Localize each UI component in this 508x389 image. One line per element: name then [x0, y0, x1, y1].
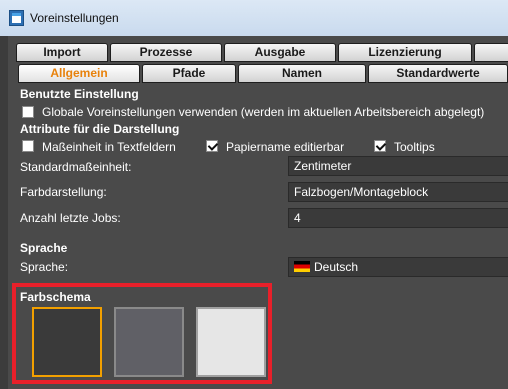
recent-jobs-input[interactable]: 4: [288, 208, 508, 228]
language-label: Sprache:: [20, 260, 69, 274]
user-setting-heading: Benutzte Einstellung: [20, 87, 139, 101]
color-scheme-medium-swatch[interactable]: [114, 307, 184, 377]
units-in-fields-checkbox[interactable]: [22, 140, 34, 152]
global-preferences-label: Globale Voreinstellungen verwenden (werd…: [42, 105, 485, 119]
language-value: Deutsch: [314, 260, 359, 274]
language-select[interactable]: Deutsch: [288, 257, 508, 277]
tooltips-checkbox[interactable]: [374, 140, 386, 152]
units-in-fields-label: Maßeinheit in Textfeldern: [42, 140, 176, 154]
window-title: Voreinstellungen: [30, 11, 119, 25]
color-display-select[interactable]: Falzbogen/Montageblock: [288, 182, 508, 202]
unit-select[interactable]: Zentimeter: [288, 156, 508, 176]
paper-name-editable-checkbox[interactable]: [206, 140, 218, 152]
tab-allgemein[interactable]: Allgemein: [18, 64, 140, 83]
display-attributes-heading: Attribute für die Darstellung: [20, 122, 180, 136]
app-preferences-icon: [9, 10, 24, 26]
tooltips-label: Tooltips: [394, 140, 435, 154]
language-heading: Sprache: [20, 241, 68, 255]
tab-standardwerte[interactable]: Standardwerte: [368, 64, 508, 83]
color-display-label: Farbdarstellung:: [20, 185, 107, 199]
tab-ausgabe[interactable]: Ausgabe: [224, 43, 336, 62]
color-scheme-light-swatch[interactable]: [196, 307, 266, 377]
global-preferences-checkbox[interactable]: [22, 106, 34, 118]
unit-label: Standardmaßeinheit:: [20, 160, 132, 174]
tab-lizenzierung[interactable]: Lizenzierung: [338, 43, 472, 62]
tab-pfade[interactable]: Pfade: [142, 64, 236, 83]
paper-name-editable-label: Papiername editierbar: [226, 140, 345, 154]
recent-jobs-label: Anzahl letzte Jobs:: [20, 211, 121, 225]
tab-prozesse[interactable]: Prozesse: [110, 43, 222, 62]
color-scheme-dark-swatch[interactable]: [32, 307, 102, 377]
tab-namen[interactable]: Namen: [238, 64, 366, 83]
title-bar: Voreinstellungen: [0, 0, 508, 36]
tab-overflow[interactable]: [474, 43, 508, 62]
tab-import[interactable]: Import: [16, 43, 108, 62]
german-flag-icon: [294, 261, 310, 272]
color-scheme-heading: Farbschema: [20, 290, 91, 304]
